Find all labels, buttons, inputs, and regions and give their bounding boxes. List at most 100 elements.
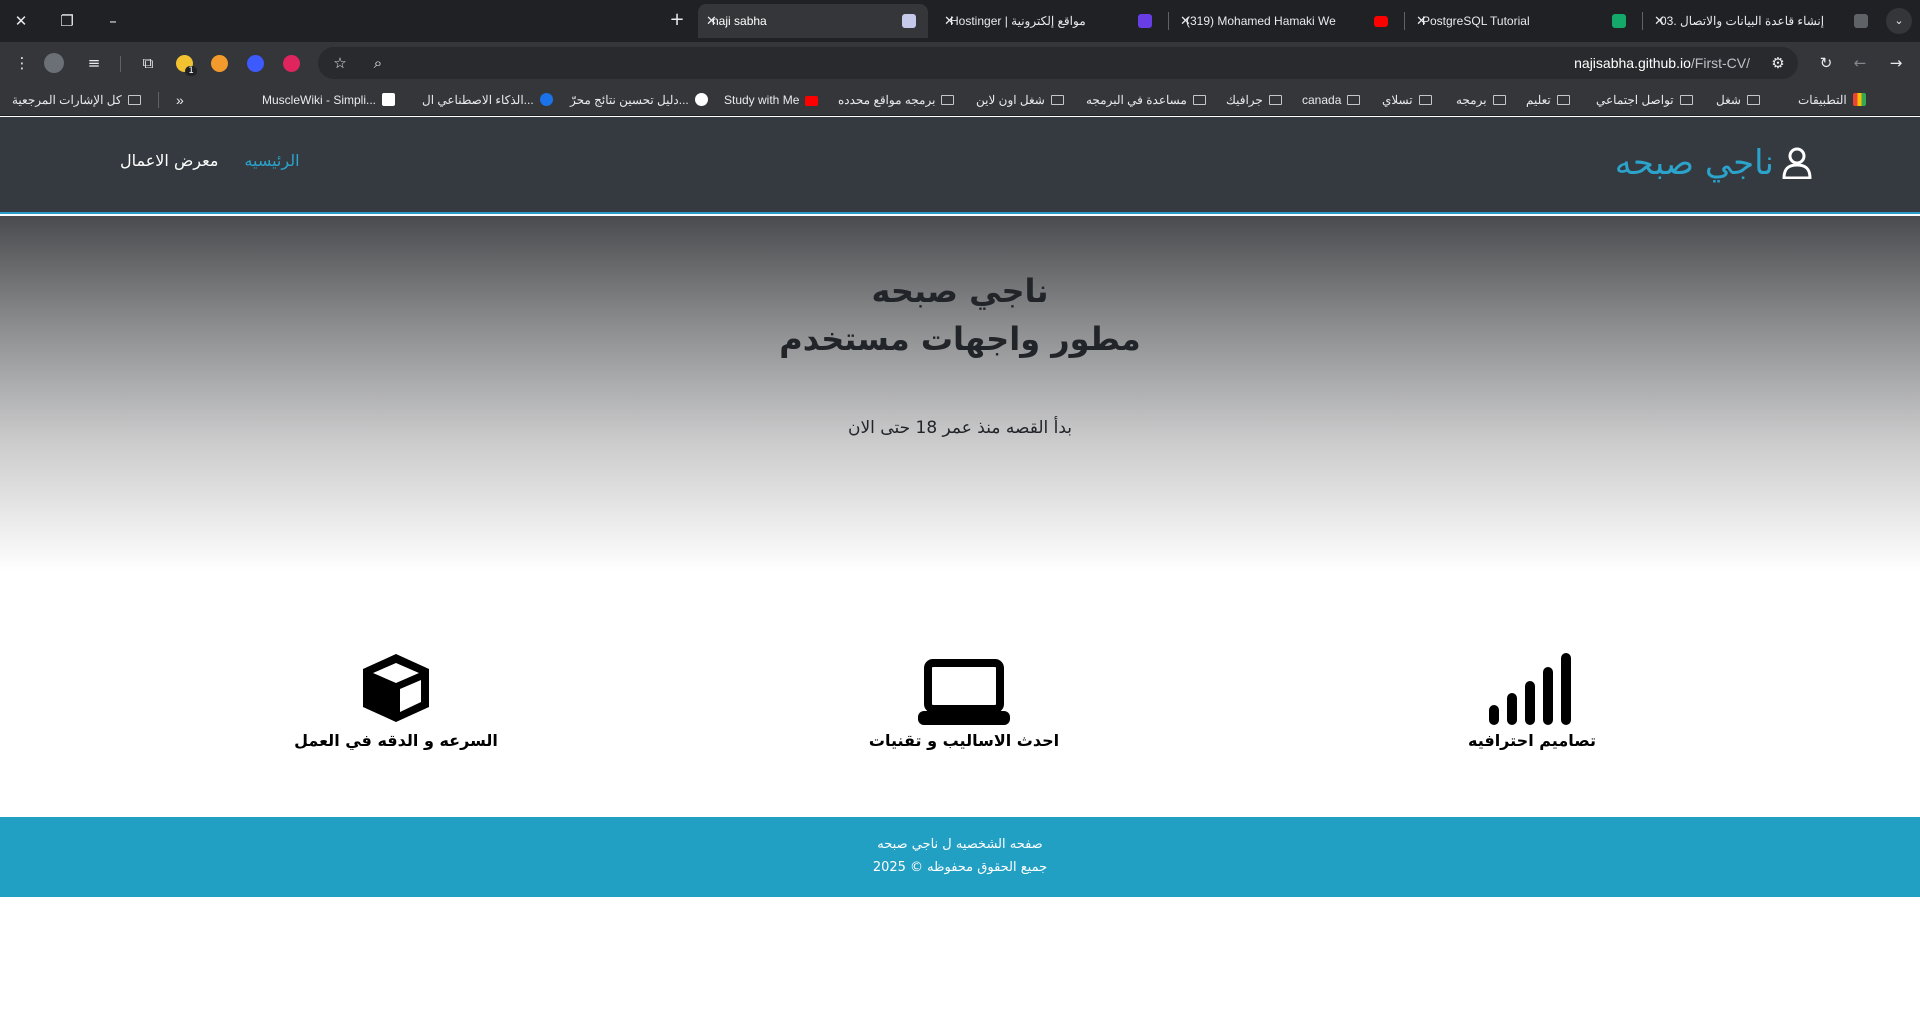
extension-blue-icon[interactable] (247, 55, 264, 72)
extensions-puzzle-icon[interactable]: ⧉ (136, 51, 160, 75)
bookmark-label: Study with Me (724, 93, 800, 107)
extension-orange-icon[interactable] (211, 55, 228, 72)
forward-arrow-icon[interactable]: ← (1848, 51, 1872, 75)
folder-icon (1192, 95, 1206, 105)
minimize-window-icon[interactable]: – (100, 8, 126, 34)
feature-card: تصاميم احترافيه (1382, 647, 1682, 750)
all-bookmarks-folder[interactable]: كل الإشارات المرجعية (12, 84, 141, 116)
tab-title: PostgreSQL Tutorial (1422, 14, 1530, 28)
w3-favicon-icon (1612, 14, 1626, 28)
folder-icon (941, 95, 955, 105)
c-favicon-icon (539, 93, 553, 106)
folder-icon (1746, 95, 1760, 105)
folder-icon (1679, 95, 1693, 105)
url-path: /First-CV/ (1690, 55, 1750, 71)
bookmark-folder-online-work[interactable]: شغل اون لاين (976, 84, 1064, 116)
nav-link-home[interactable]: الرئيسيه (244, 151, 299, 170)
tab-naji-sabha[interactable]: ✕ naji sabha (698, 4, 928, 38)
bookmark-label: canada (1302, 93, 1342, 107)
features-section: تصاميم احترافيه احدث الاساليب و تقنيات ا… (0, 647, 1920, 767)
bookmark-folder-fun[interactable]: تسلاي (1382, 84, 1432, 116)
bookmark-folder-programming-help[interactable]: مساعدة في البرمجه (1086, 84, 1206, 116)
close-window-icon[interactable]: ✕ (8, 8, 34, 34)
bookmark-label: دليل تحسين نتائج محرّ... (570, 93, 689, 107)
close-icon[interactable]: ✕ (1180, 4, 1191, 38)
toolbar-divider (120, 56, 121, 72)
tab-title: 03. إنشاء قاعدة البيانات والاتصال (1660, 14, 1825, 28)
hero-role: مطور واجهات مستخدم (779, 320, 1141, 358)
bookmark-folder-social[interactable]: تواصل اجتماعي (1596, 84, 1693, 116)
address-bar[interactable]: ☆ ⌕ najisabha.github.io/First-CV/ ⚙ (318, 47, 1798, 79)
bookmark-folder-work[interactable]: شغل (1716, 84, 1760, 116)
laptop-icon (814, 647, 1114, 725)
bookmark-folder-canada[interactable]: canada (1302, 84, 1361, 116)
profile-avatar[interactable] (44, 53, 64, 73)
bookmark-musclewiki[interactable]: MuscleWiki - Simpli... (262, 84, 396, 116)
menu-dots-icon[interactable]: ⋮ (10, 51, 34, 75)
tab-separator (1642, 12, 1643, 30)
back-arrow-icon[interactable]: → (1884, 51, 1908, 75)
site-favicon-icon (902, 14, 916, 28)
bookmark-label: برمجه مواقع محدده (838, 93, 936, 107)
feature-card: احدث الاساليب و تقنيات (814, 647, 1114, 750)
bookmarks-bar: كل الإشارات المرجعية » MuscleWiki - Simp… (0, 84, 1920, 116)
tab-hostinger[interactable]: ✕ Hostinger | مواقع إلكترونية (936, 4, 1164, 38)
apps-grid-icon (1852, 93, 1866, 106)
site-settings-icon[interactable]: ⚙ (1766, 51, 1790, 75)
bookmark-star-icon[interactable]: ☆ (328, 51, 352, 75)
extension-yellow-icon[interactable]: 1 (176, 55, 197, 76)
musclewiki-favicon-icon (382, 93, 396, 106)
tab-postgresql[interactable]: ✕ PostgreSQL Tutorial (1408, 4, 1638, 38)
bookmark-folder-programming[interactable]: برمجه (1456, 84, 1506, 116)
bookmark-label: تعليم (1526, 93, 1551, 107)
bookmark-label: الذكاء الاصطناعي ال... (422, 93, 534, 107)
brand-name: ناجي صبحه (1614, 143, 1774, 183)
bookmark-label: مساعدة في البرمجه (1086, 93, 1187, 107)
nav-link-portfolio[interactable]: معرض الاعمال (120, 151, 218, 170)
restore-window-icon[interactable]: ❐ (54, 8, 80, 34)
close-icon[interactable]: ✕ (706, 4, 717, 38)
tab-youtube[interactable]: ✕ (319) Mohamed Hamaki We (1172, 4, 1400, 38)
browser-toolbar: ⋮ ≡ ⧉ 1 ☆ ⌕ najisabha.github.io/First-CV… (0, 42, 1920, 84)
bookmark-study-with-me[interactable]: Study with Me (724, 84, 819, 116)
zoom-search-icon[interactable]: ⌕ (366, 51, 390, 75)
bookmark-label: شغل اون لاين (976, 93, 1045, 107)
tab-title: (319) Mohamed Hamaki We (1186, 14, 1336, 28)
bookmark-apps[interactable]: التطبيقات (1798, 84, 1866, 116)
feature-label: احدث الاساليب و تقنيات (868, 731, 1060, 750)
tab-search-chevron-icon[interactable]: ⌄ (1886, 8, 1912, 34)
folder-icon (127, 95, 141, 105)
bookmark-label: جرافيك (1226, 93, 1263, 107)
folder-icon (1418, 95, 1432, 105)
bookmark-label: تسلاي (1382, 93, 1413, 107)
reading-list-icon[interactable]: ≡ (82, 51, 106, 75)
tab-separator (1168, 12, 1169, 30)
bookmark-folder-education[interactable]: تعليم (1526, 84, 1570, 116)
folder-icon (1556, 95, 1570, 105)
close-icon[interactable]: ✕ (944, 4, 955, 38)
close-icon[interactable]: ✕ (1416, 4, 1427, 38)
tab-database[interactable]: ✕ 03. إنشاء قاعدة البيانات والاتصال (1646, 4, 1880, 38)
site-brand[interactable]: ناجي صبحه (1615, 141, 1812, 185)
hero-tagline: بدأ القصه منذ عمر 18 حتى الان (847, 418, 1073, 438)
footer-line: صفحه الشخصيه ل ناجي صبحه (877, 837, 1043, 852)
bookmark-folder-websites[interactable]: برمجه مواقع محدده (838, 84, 955, 116)
bookmark-label: MuscleWiki - Simpli... (262, 93, 377, 107)
bookmark-ai[interactable]: الذكاء الاصطناعي ال... (422, 84, 553, 116)
tab-strip: ✕ ❐ – + ✕ naji sabha ✕ Hostinger | مواقع… (0, 0, 1920, 42)
user-icon (1782, 147, 1812, 179)
bookmark-folder-graphics[interactable]: جرافيك (1226, 84, 1282, 116)
extension-shield-icon[interactable] (283, 55, 300, 72)
bookmark-label: تواصل اجتماعي (1596, 93, 1674, 107)
feature-label: تصاميم احترافيه (1467, 731, 1597, 750)
url-domain: najisabha.github.io (1574, 55, 1691, 71)
more-bookmarks-chevron-icon[interactable]: » (176, 84, 184, 116)
bookmark-seo-guide[interactable]: دليل تحسين نتائج محرّ... (570, 84, 708, 116)
page-favicon-icon (1854, 14, 1868, 28)
reload-icon[interactable]: ↻ (1814, 51, 1838, 75)
hero-name: ناجي صبحه (871, 272, 1049, 310)
new-tab-button[interactable]: + (664, 8, 690, 34)
hostinger-favicon-icon (1138, 14, 1152, 28)
close-icon[interactable]: ✕ (1654, 4, 1665, 38)
feature-card: السرعه و الدقه في العمل (246, 647, 546, 750)
